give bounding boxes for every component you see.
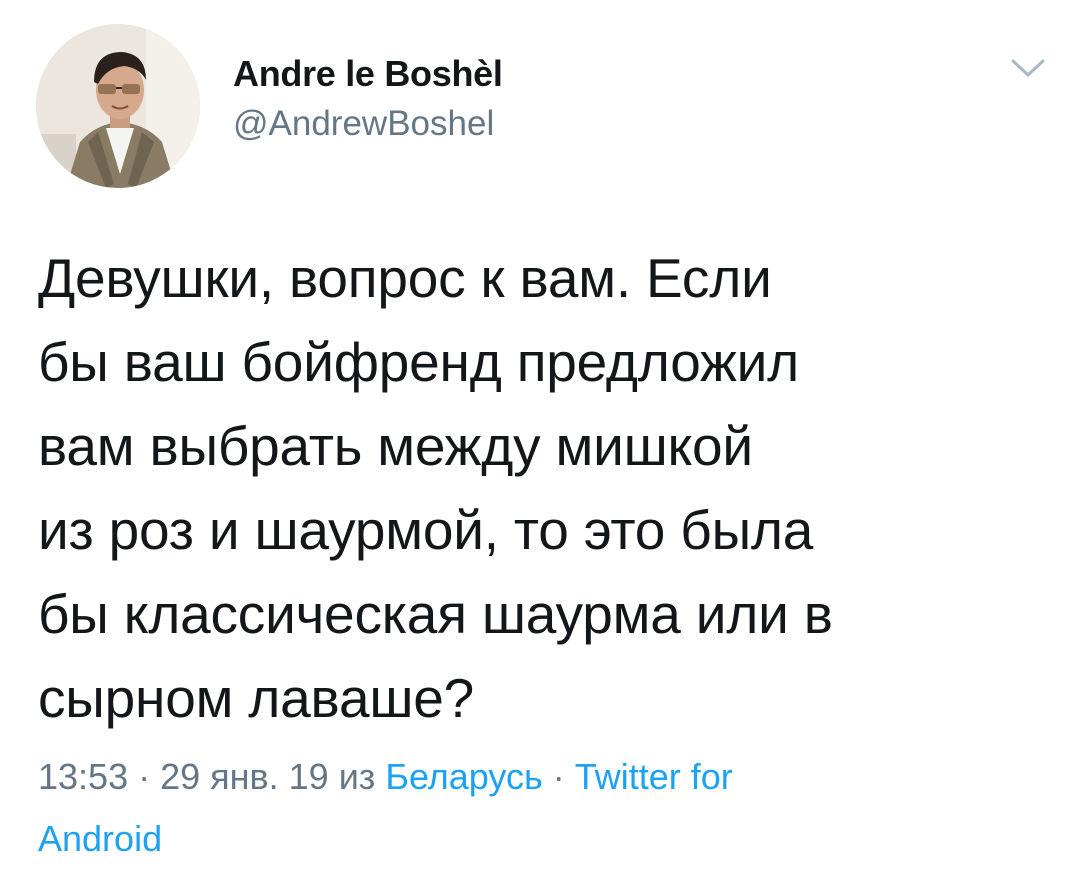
tweet-meta: 13:53 · 29 янв. 19 из Беларусь · Twitter… <box>38 746 1048 870</box>
tweet-meta-line-1: 13:53 · 29 янв. 19 из Беларусь · Twitter… <box>38 746 1048 808</box>
tweet-text-line: из роз и шаурмой, то это была <box>38 499 814 561</box>
tweet-meta-line-2: Android <box>38 808 1048 870</box>
tweet-time: 13:53 <box>38 756 129 797</box>
author-handle[interactable]: @AndrewBoshel <box>233 102 503 146</box>
avatar-photo <box>36 24 200 188</box>
tweet-text-line: бы классическая шаурма или в <box>38 583 833 645</box>
tweet-text-line: бы ваш бойфренд предложил <box>38 331 800 393</box>
tweet-text-line: Девушки, вопрос к вам. Если <box>38 247 772 309</box>
tweet-text: Девушки, вопрос к вам. Если бы ваш бойфр… <box>38 236 1048 740</box>
meta-separator: · <box>128 756 161 797</box>
from-word: из <box>328 756 386 797</box>
tweet-text-line: сырном лаваше? <box>38 667 475 729</box>
source-link-part-1[interactable]: Twitter for <box>575 756 733 797</box>
chevron-down-icon[interactable] <box>1010 56 1046 80</box>
tweet-text-line: вам выбрать между мишкой <box>38 415 753 477</box>
tweet-header: Andre le Boshèl @AndrewBoshel <box>36 24 1046 189</box>
source-link-part-2[interactable]: Android <box>38 818 162 859</box>
meta-separator-2: · <box>542 756 575 797</box>
tweet-date: 29 янв. 19 <box>160 756 329 797</box>
author-display-name[interactable]: Andre le Boshèl <box>233 52 503 96</box>
user-info: Andre le Boshèl @AndrewBoshel <box>233 52 503 146</box>
location-link[interactable]: Беларусь <box>385 756 542 797</box>
avatar[interactable] <box>36 24 200 188</box>
tweet-card: Andre le Boshèl @AndrewBoshel Девушки, в… <box>0 0 1080 892</box>
